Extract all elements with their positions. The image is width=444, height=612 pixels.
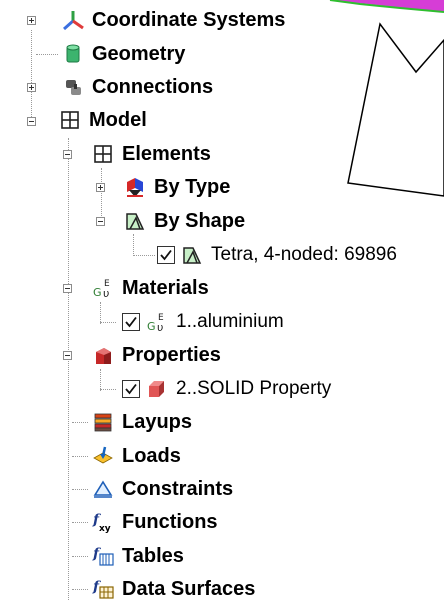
expander-properties[interactable] [63,351,72,360]
tree-item-data-surfaces[interactable]: f Data Surfaces [92,574,255,604]
tree-item-label: Constraints [122,477,234,500]
tree-item-by-shape[interactable]: By Shape [124,206,245,236]
expander-model[interactable] [27,117,36,126]
tree-item-label: By Shape [154,209,246,232]
tree-item-tetra[interactable]: Tetra, 4-noded: 69896 [157,240,397,270]
tree-item-coordinate-systems[interactable]: Coordinate Systems [62,5,285,35]
geometry-cylinder-icon [66,44,80,63]
solid-property-checkbox[interactable] [122,380,140,398]
aluminium-checkbox[interactable] [122,313,140,331]
svg-text:υ: υ [103,287,109,299]
coordinate-axes-icon [63,11,84,31]
svg-text:G: G [147,320,156,333]
tree-item-label: Geometry [92,42,186,65]
model-grid-icon [61,111,79,129]
expander-materials[interactable] [63,284,72,293]
tree-item-label: Model [89,108,147,131]
tree-item-loads[interactable]: Loads [92,441,181,471]
tree-item-constraints[interactable]: Constraints [92,474,233,504]
tree-item-label: By Type [154,175,231,198]
tetra-shape-icon [183,247,202,264]
layups-icon [94,413,112,432]
tree-item-label: Properties [122,343,221,366]
tree-item-label: Coordinate Systems [92,8,286,31]
model-tree: Coordinate Systems Geometry Connections … [0,0,444,612]
tree-item-connections[interactable]: Connections [62,72,213,102]
tree-item-label: 1..aluminium [176,311,284,332]
expander-by-type[interactable] [96,183,105,192]
svg-text:G: G [93,286,102,299]
data-surfaces-icon: f [92,579,114,599]
tree-item-label: Loads [122,444,181,467]
svg-text:υ: υ [157,321,163,333]
tree-item-aluminium[interactable]: E G υ 1..aluminium [122,307,284,337]
expander-elements[interactable] [63,150,72,159]
tree-item-label: Elements [122,142,211,165]
tree-item-label: Tables [122,544,184,567]
tree-item-geometry[interactable]: Geometry [62,39,185,69]
tetra-checkbox[interactable] [157,246,175,264]
solid-cube-icon [149,381,164,397]
tree-item-label: Materials [122,276,209,299]
functions-fxy-icon: f xy [92,512,111,533]
expander-coordinate-systems[interactable] [27,16,36,25]
tree-item-model[interactable]: Model [59,105,147,135]
expander-connections[interactable] [27,83,36,92]
tree-item-layups[interactable]: Layups [92,407,192,437]
tables-icon: f [92,546,114,566]
materials-icon: E G υ [93,279,110,299]
tree-item-functions[interactable]: f xy Functions [92,507,218,537]
connections-icon [66,80,81,95]
loads-icon [93,446,113,464]
tetra-shape-icon [126,213,145,230]
material-icon: E G υ [147,313,164,333]
tree-item-tables[interactable]: f Tables [92,541,184,571]
tree-item-label: Functions [122,510,218,533]
tree-item-label: Layups [122,410,193,433]
tree-item-properties[interactable]: Properties [92,340,221,370]
properties-icon [96,348,111,364]
constraints-icon [93,480,113,498]
tree-item-by-type[interactable]: By Type [124,172,230,202]
tree-item-elements[interactable]: Elements [92,139,211,169]
elements-grid-icon [94,145,112,163]
tree-item-label: 2..SOLID Property [176,378,332,399]
tree-item-label: Tetra, 4-noded: 69896 [211,244,397,265]
element-type-icon [127,178,143,197]
expander-by-shape[interactable] [96,217,105,226]
svg-text:xy: xy [99,524,111,533]
tree-item-label: Connections [92,75,214,98]
tree-item-label: Data Surfaces [122,577,256,600]
tree-item-solid-property[interactable]: 2..SOLID Property [122,374,331,404]
tree-item-materials[interactable]: E G υ Materials [92,273,209,303]
